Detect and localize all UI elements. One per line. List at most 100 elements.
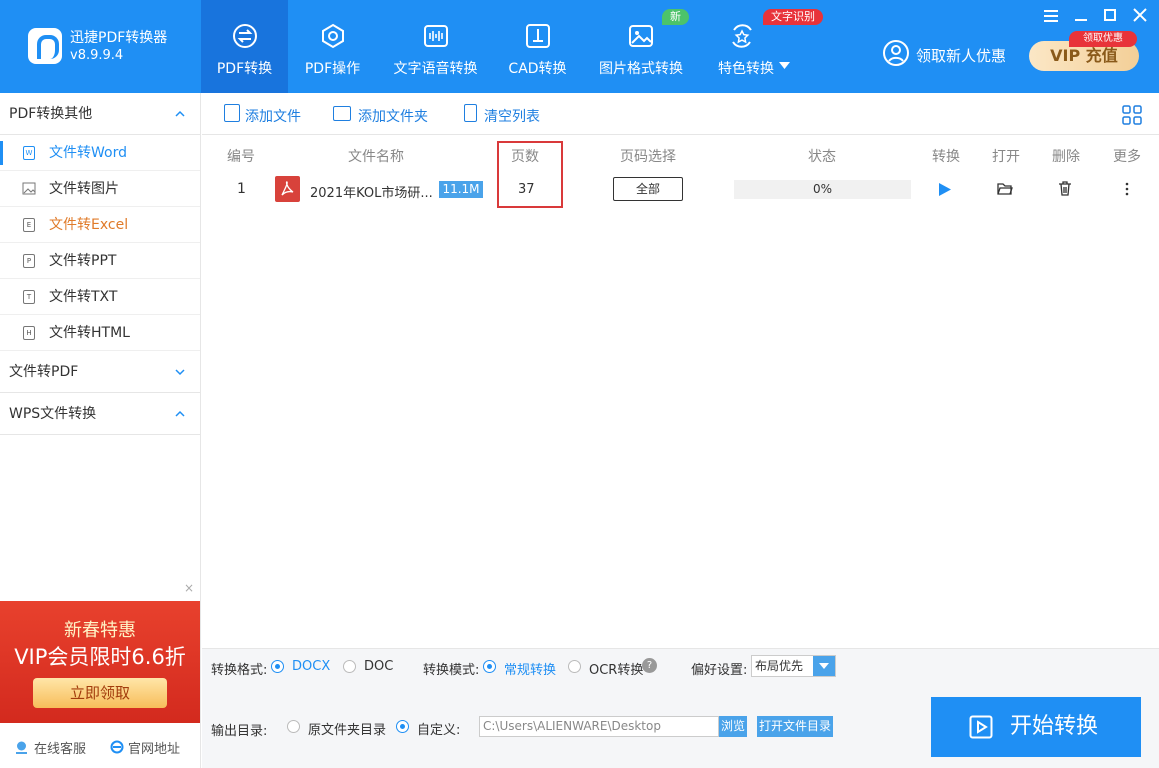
- chevron-up-icon: [175, 110, 185, 117]
- col-header-delete: 删除: [1052, 149, 1080, 165]
- output-label: 输出目录:: [211, 724, 268, 739]
- sidebar-item-image[interactable]: 文件转图片: [0, 171, 200, 207]
- pdf-file-icon: [275, 176, 300, 202]
- star-convert-icon: [732, 24, 752, 48]
- start-convert-label: 开始转换: [1010, 714, 1099, 739]
- delete-icon[interactable]: [1058, 181, 1072, 196]
- output-custom-label[interactable]: 自定义:: [417, 719, 460, 738]
- sidebar-item-excel[interactable]: E 文件转Excel: [0, 207, 200, 243]
- sidebar-item-html[interactable]: H 文件转HTML: [0, 315, 200, 351]
- sidebar-item-ppt[interactable]: P 文件转PPT: [0, 243, 200, 279]
- nav-label: PDF转换: [216, 61, 273, 77]
- nav-cad[interactable]: CAD转换: [494, 0, 581, 93]
- nav-image-convert[interactable]: 图片格式转换 新: [582, 0, 700, 93]
- close-icon[interactable]: [1129, 6, 1151, 26]
- promo-subtitle: VIP会员限时6.6折: [14, 645, 186, 669]
- pref-select[interactable]: 布局优先: [751, 655, 836, 677]
- ocr-badge: 文字识别: [763, 9, 823, 25]
- col-header-open: 打开: [992, 149, 1020, 165]
- promo-close-icon[interactable]: ×: [184, 581, 194, 595]
- play-icon[interactable]: [938, 182, 952, 197]
- clear-list-label: 清空列表: [484, 109, 540, 125]
- txt-file-icon: T: [23, 290, 35, 304]
- sidebar-item-txt[interactable]: T 文件转TXT: [0, 279, 200, 315]
- grid-view-icon[interactable]: [1122, 105, 1142, 125]
- open-folder-button[interactable]: 打开文件目录: [757, 716, 833, 737]
- dropdown-arrow-icon: [813, 656, 835, 676]
- word-file-icon: W: [23, 146, 35, 160]
- sidebar-item-word[interactable]: W 文件转Word: [0, 135, 200, 171]
- pref-label: 偏好设置:: [691, 663, 748, 678]
- mode-ocr-radio[interactable]: [568, 660, 581, 673]
- file-name: 2021年KOL市场研...: [310, 186, 433, 201]
- maximize-icon[interactable]: [1099, 6, 1121, 26]
- format-docx-radio[interactable]: [271, 660, 284, 673]
- highlight-box: [497, 141, 563, 208]
- progress-text: 0%: [812, 182, 833, 196]
- trash-icon: [464, 104, 477, 122]
- active-indicator: [0, 141, 3, 165]
- sidebar-item-label: 文件转图片: [49, 181, 119, 197]
- col-header-more: 更多: [1113, 149, 1141, 165]
- browse-button[interactable]: 浏览: [719, 716, 747, 737]
- format-label: 转换格式:: [211, 663, 268, 678]
- start-convert-button[interactable]: 开始转换: [931, 697, 1141, 757]
- app-logo: [28, 28, 62, 64]
- section-title: 文件转PDF: [9, 364, 79, 380]
- promo-banner[interactable]: 新春特惠 VIP会员限时6.6折 立即领取: [0, 601, 200, 723]
- format-doc-label[interactable]: DOC: [364, 659, 393, 674]
- mode-label: 转换模式:: [423, 663, 480, 678]
- pdf-operate-icon: [322, 23, 344, 49]
- sidebar-section-to-pdf[interactable]: 文件转PDF: [0, 351, 200, 393]
- sidebar-section-wps[interactable]: WPS文件转换: [0, 393, 200, 435]
- sidebar-section-pdf-other[interactable]: PDF转换其他: [0, 93, 200, 135]
- menu-icon[interactable]: [1040, 6, 1062, 26]
- promo-claim-button[interactable]: 立即领取: [33, 678, 167, 708]
- image-file-icon: [22, 182, 36, 195]
- online-service-label: 在线客服: [34, 742, 87, 757]
- sidebar-item-label: 文件转HTML: [49, 325, 130, 341]
- sidebar-item-label: 文件转TXT: [49, 289, 118, 305]
- chevron-down-icon: [779, 62, 790, 69]
- section-title: WPS文件转换: [9, 406, 97, 422]
- top-bar: 迅捷PDF转换器 v8.9.9.4 PDF转换 PDF操作 文字语音转换 CAD…: [0, 0, 1159, 93]
- minimize-icon[interactable]: [1070, 6, 1092, 26]
- add-file-icon: [224, 104, 240, 122]
- html-file-icon: H: [23, 326, 35, 340]
- sidebar-item-label: 文件转Excel: [49, 217, 129, 233]
- help-icon[interactable]: ?: [642, 658, 657, 673]
- toolbar: 添加文件 添加文件夹 清空列表: [202, 93, 1159, 135]
- col-header-convert: 转换: [932, 149, 960, 165]
- output-custom-radio[interactable]: [396, 720, 409, 733]
- page-range-button[interactable]: 全部: [613, 177, 683, 201]
- sidebar-item-label: 文件转Word: [49, 145, 127, 161]
- mode-normal-radio[interactable]: [483, 660, 496, 673]
- output-original-label[interactable]: 原文件夹目录: [308, 719, 386, 738]
- format-docx-label[interactable]: DOCX: [292, 659, 330, 674]
- new-badge: 新: [662, 9, 689, 25]
- app-version: v8.9.9.4: [70, 48, 124, 63]
- mode-ocr-label[interactable]: OCR转换: [589, 659, 643, 678]
- col-header-status: 状态: [808, 149, 836, 165]
- nav-text-speech[interactable]: 文字语音转换: [378, 0, 493, 93]
- col-header-range: 页码选择: [620, 149, 676, 165]
- output-path-input[interactable]: C:\Users\ALIENWARE\Desktop: [479, 716, 719, 737]
- image-icon: [629, 25, 653, 47]
- output-original-radio[interactable]: [287, 720, 300, 733]
- website-label: 官网地址: [128, 742, 181, 757]
- nav-special-convert[interactable]: 特色转换 文字识别: [701, 0, 823, 93]
- nav-label: 文字语音转换: [393, 61, 478, 77]
- folder-open-icon[interactable]: [997, 182, 1013, 195]
- mode-normal-label[interactable]: 常规转换: [504, 659, 556, 678]
- add-folder-icon: [333, 106, 351, 121]
- section-title: PDF转换其他: [9, 106, 93, 122]
- user-icon: [883, 40, 909, 66]
- format-doc-radio[interactable]: [343, 660, 356, 673]
- nav-label: PDF操作: [304, 61, 361, 77]
- more-icon[interactable]: [1121, 182, 1133, 196]
- col-header-name: 文件名称: [348, 149, 404, 165]
- col-header-no: 编号: [227, 149, 255, 165]
- nav-pdf-convert[interactable]: PDF转换: [201, 0, 288, 93]
- add-file-label: 添加文件: [245, 109, 301, 125]
- nav-pdf-operate[interactable]: PDF操作: [289, 0, 376, 93]
